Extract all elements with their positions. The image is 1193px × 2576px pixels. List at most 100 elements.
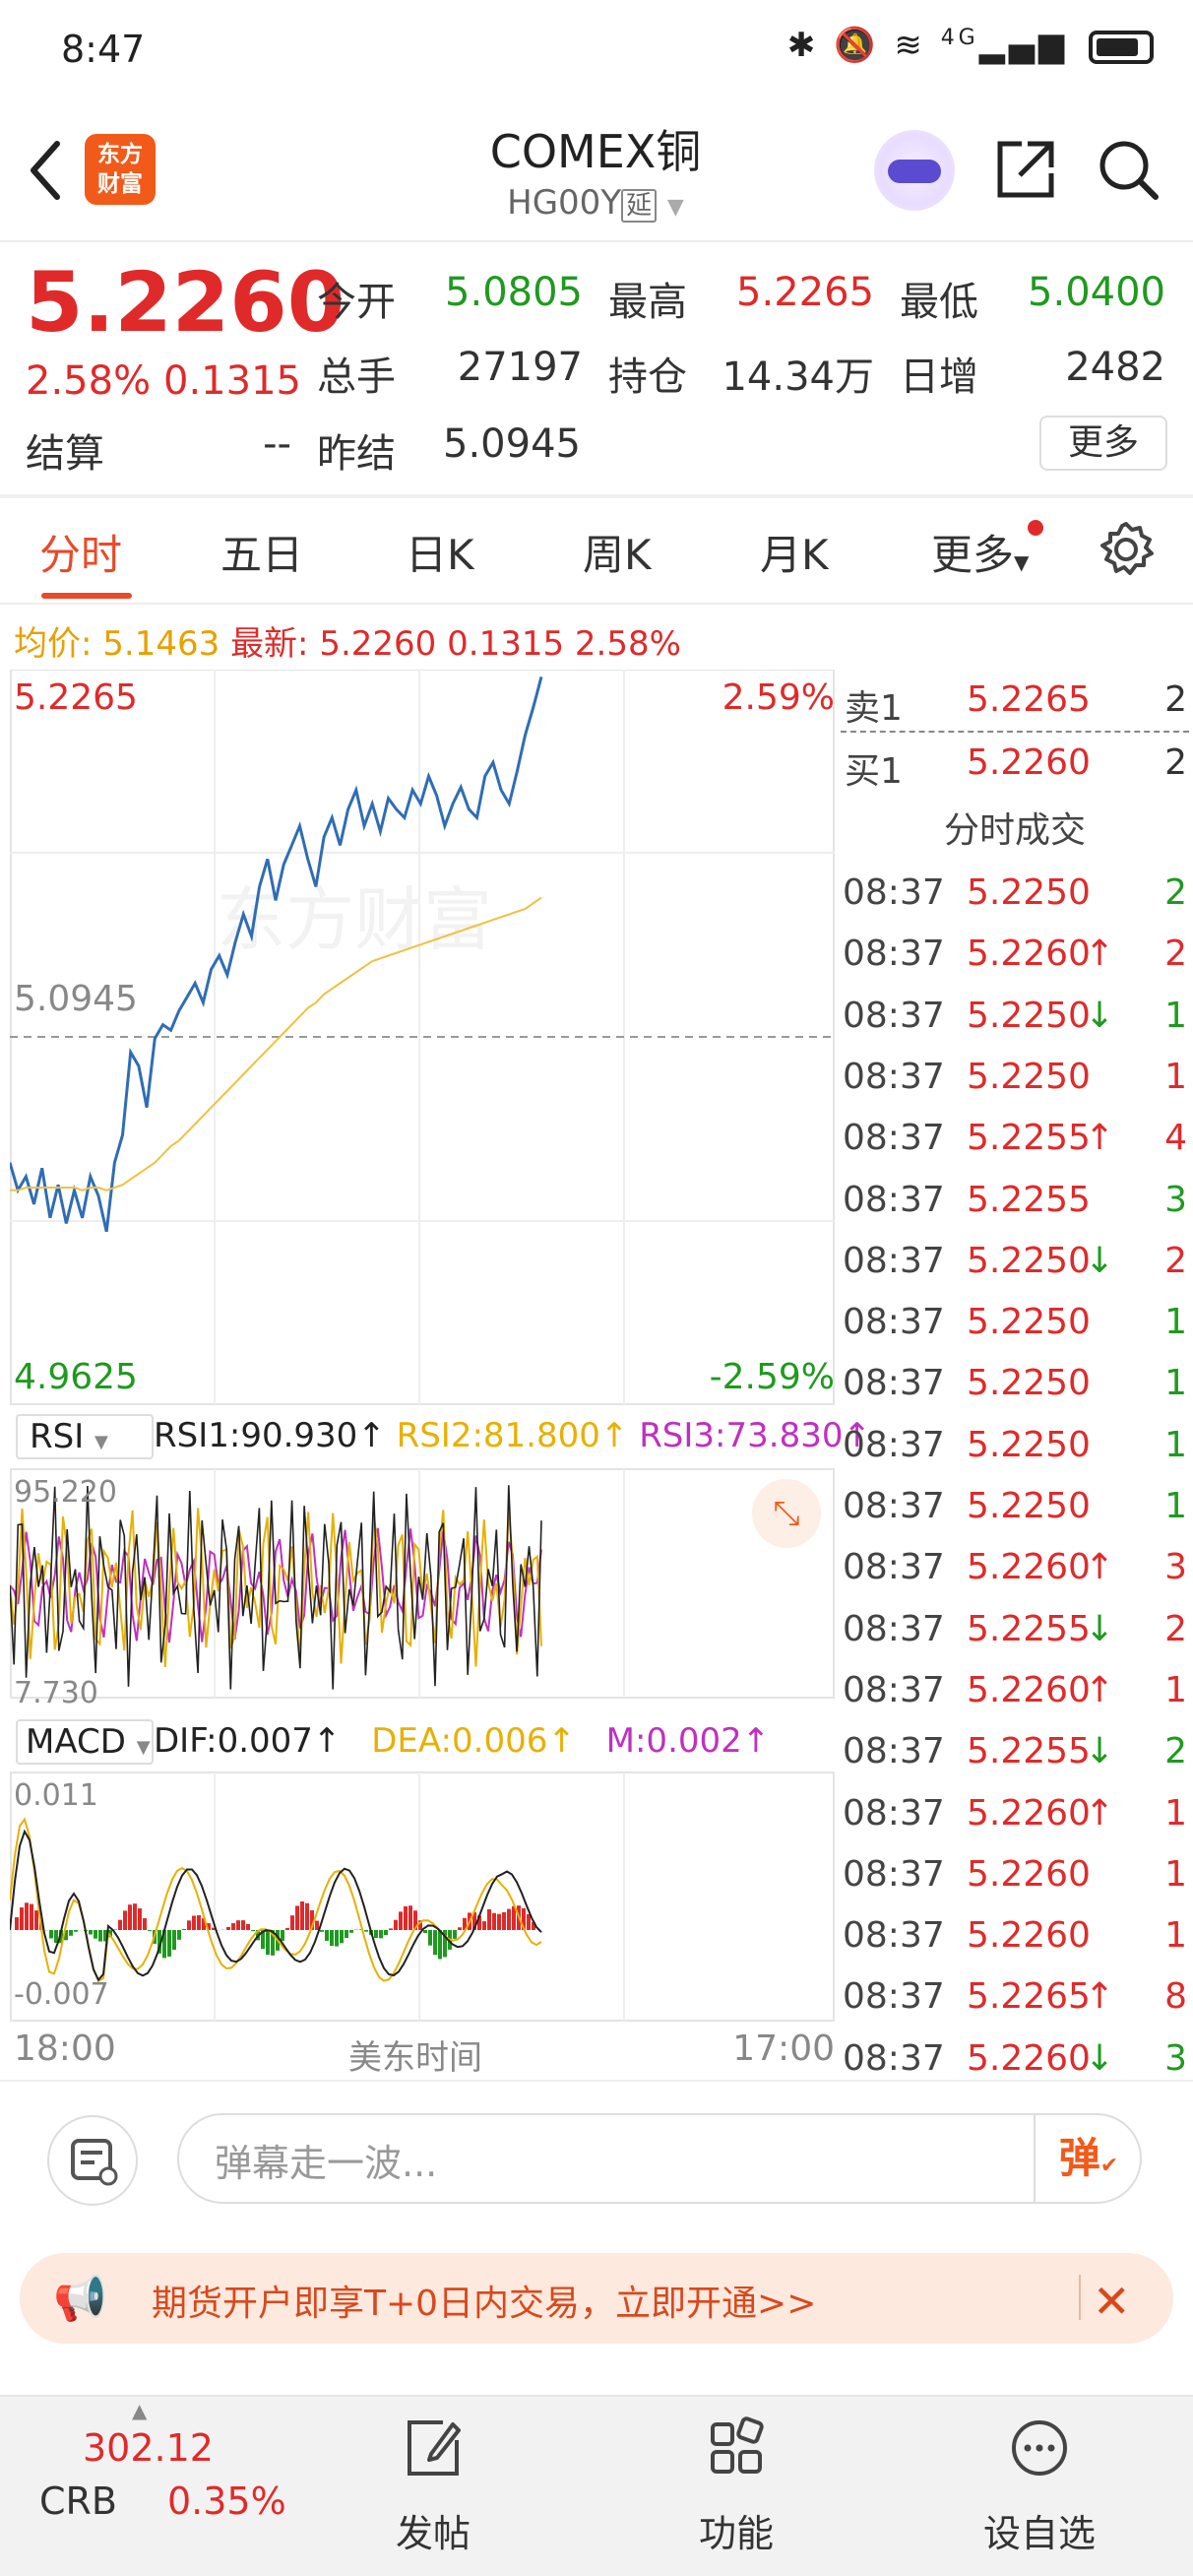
- trade-time: 08:37: [843, 1547, 945, 1588]
- macd-histogram-bar: [349, 1930, 353, 1933]
- trade-qty: 1: [1164, 1915, 1187, 1957]
- bluetooth-icon: ✱: [786, 26, 820, 65]
- price-axis-bottom-pct: -2.59%: [709, 1357, 835, 1397]
- trade-arrow-icon: ↓: [1085, 1608, 1115, 1649]
- order-book-panel[interactable]: 卖1 5.2265 2 买1 5.2260 2 分时成交 08:37 5.2250 2 08:37 5…: [837, 670, 1193, 2079]
- trade-row[interactable]: 08:37 5.2260 ↑ 1: [837, 1660, 1193, 1721]
- bid-row[interactable]: 买1 5.2260 2: [837, 733, 1193, 794]
- last-price: 5.2260: [26, 254, 345, 351]
- trade-row[interactable]: 08:37 5.2250 1: [837, 1353, 1193, 1414]
- trade-price: 5.2260: [967, 1547, 1091, 1588]
- x-axis-start: 18:00: [14, 2029, 116, 2069]
- rsi-axis-top: 95.220: [14, 1475, 117, 1510]
- tab-weekly-k[interactable]: 周K: [583, 522, 652, 582]
- trade-row[interactable]: 08:37 5.2260 1: [837, 1905, 1193, 1966]
- assistant-avatar-icon[interactable]: [874, 130, 955, 211]
- trade-time: 08:37: [843, 1853, 945, 1895]
- caret-up-icon[interactable]: ▲: [132, 2399, 147, 2422]
- trade-row[interactable]: 08:37 5.2260 ↑ 2: [837, 924, 1193, 985]
- contract-selector[interactable]: HG00Y 延 ▼: [394, 183, 797, 223]
- trade-price: 5.2250: [967, 1056, 1091, 1097]
- rsi-indicator-selector[interactable]: RSI ▼: [16, 1414, 154, 1459]
- trade-row[interactable]: 08:37 5.2260 ↑ 1: [837, 1783, 1193, 1844]
- macd-histogram-bar: [379, 1930, 383, 1939]
- intraday-chart[interactable]: 东方财富 5.2265 2.59% 5.0945 4.9625 -2.59% R…: [8, 669, 871, 2078]
- macd-histogram-bar: [423, 1930, 427, 1933]
- trade-row[interactable]: 08:37 5.2250 1: [837, 1292, 1193, 1353]
- crb-index-value[interactable]: 302.12: [83, 2426, 214, 2470]
- macd-histogram-bar: [74, 1930, 78, 1932]
- trade-price: 5.2255: [967, 1731, 1091, 1772]
- close-icon[interactable]: ✕: [1093, 2275, 1131, 2328]
- trade-time: 08:37: [843, 1731, 945, 1772]
- macd-indicator-selector[interactable]: MACD ▼: [16, 1719, 154, 1765]
- macd-histogram-bar: [482, 1921, 486, 1930]
- quote-more-button[interactable]: 更多: [1039, 416, 1167, 471]
- macd-histogram-bar: [246, 1923, 250, 1930]
- high-value: 5.2265: [736, 270, 874, 315]
- price-axis-mid: 5.0945: [14, 979, 138, 1019]
- tab-intraday[interactable]: 分时: [39, 522, 122, 582]
- macd-histogram-bar: [527, 1913, 531, 1930]
- trade-row[interactable]: 08:37 5.2260 1: [837, 1844, 1193, 1905]
- prev-settle-value: 5.0945: [443, 421, 581, 467]
- tabbar-post[interactable]: 发帖: [345, 2403, 522, 2570]
- wifi-icon: ≋: [894, 26, 926, 65]
- macd-histogram-bar: [192, 1915, 196, 1930]
- macd-histogram-bar: [123, 1910, 127, 1930]
- trade-row[interactable]: 08:37 5.2250 ↓ 2: [837, 1231, 1193, 1292]
- trade-arrow-icon: ↑: [1085, 1669, 1115, 1710]
- trade-row[interactable]: 08:37 5.2255 3: [837, 1170, 1193, 1231]
- trade-row[interactable]: 08:37 5.2265 ↑ 8: [837, 1966, 1193, 2028]
- trade-qty: 8: [1164, 1976, 1187, 2018]
- tab-daily-k[interactable]: 日K: [406, 522, 474, 582]
- trade-qty: 2: [1164, 1731, 1187, 1772]
- trade-row[interactable]: 08:37 5.2255 ↓ 2: [837, 1721, 1193, 1782]
- share-icon[interactable]: [992, 136, 1059, 203]
- trade-row[interactable]: 08:37 5.2260 ↑ 3: [837, 1537, 1193, 1598]
- macd-histogram-bar: [172, 1930, 176, 1951]
- trade-row[interactable]: 08:37 5.2250 1: [837, 1415, 1193, 1476]
- trade-row[interactable]: 08:37 5.2250 1: [837, 1476, 1193, 1537]
- macd-histogram-bar: [335, 1930, 339, 1947]
- trade-time: 08:37: [843, 1179, 945, 1220]
- ask-row[interactable]: 卖1 5.2265 2: [837, 670, 1193, 731]
- tabbar-functions[interactable]: 功能: [648, 2403, 825, 2570]
- search-icon[interactable]: [1095, 136, 1162, 203]
- macd-histogram-bar: [266, 1930, 270, 1956]
- trade-arrow-icon: ↑: [1085, 1976, 1115, 2018]
- tab-five-day[interactable]: 五日: [220, 522, 303, 582]
- rsi-axis-bottom: 7.730: [14, 1676, 98, 1710]
- trade-price: 5.2260: [967, 934, 1091, 975]
- trade-qty: 3: [1164, 1547, 1187, 1588]
- comment-list-icon[interactable]: [47, 2115, 138, 2206]
- macd-histogram-bar: [98, 1930, 102, 1942]
- trade-price: 5.2250: [967, 1302, 1091, 1343]
- tabbar-add-watchlist[interactable]: 设自选: [951, 2403, 1128, 2570]
- danmu-send-button[interactable]: 弹✔: [1034, 2113, 1142, 2204]
- macd-histogram-bar: [300, 1900, 304, 1930]
- trade-qty: 1: [1164, 1853, 1187, 1895]
- promo-text[interactable]: 期货开户即享T+0日内交易，立即开通>>: [152, 2275, 816, 2326]
- trade-arrow-icon: ↑: [1085, 1792, 1115, 1834]
- trade-row[interactable]: 08:37 5.2255 ↑ 4: [837, 1108, 1193, 1169]
- back-button[interactable]: [24, 136, 69, 205]
- divider: [1079, 2275, 1081, 2320]
- trade-row[interactable]: 08:37 5.2255 ↓ 2: [837, 1599, 1193, 1660]
- volume-value: 27197: [457, 345, 583, 390]
- trade-price: 5.2250: [967, 872, 1091, 913]
- trade-row[interactable]: 08:37 5.2250 2: [837, 863, 1193, 924]
- volume-label: 总手: [317, 354, 396, 400]
- tabbar-functions-label: 功能: [698, 2512, 774, 2555]
- tab-monthly-k[interactable]: 月K: [760, 522, 829, 582]
- expand-icon[interactable]: ⤡: [752, 1479, 821, 1548]
- macd-axis-top: 0.011: [14, 1778, 98, 1813]
- tab-more[interactable]: 更多▼: [931, 522, 1029, 582]
- macd-histogram-bar: [281, 1930, 284, 1941]
- megaphone-icon: 📢: [53, 2274, 107, 2324]
- edit-icon: [408, 2420, 461, 2476]
- macd-histogram-bar: [384, 1930, 388, 1936]
- trade-row[interactable]: 08:37 5.2250 1: [837, 1047, 1193, 1108]
- trade-row[interactable]: 08:37 5.2250 ↓ 1: [837, 986, 1193, 1047]
- settings-gear-icon[interactable]: [1097, 520, 1156, 579]
